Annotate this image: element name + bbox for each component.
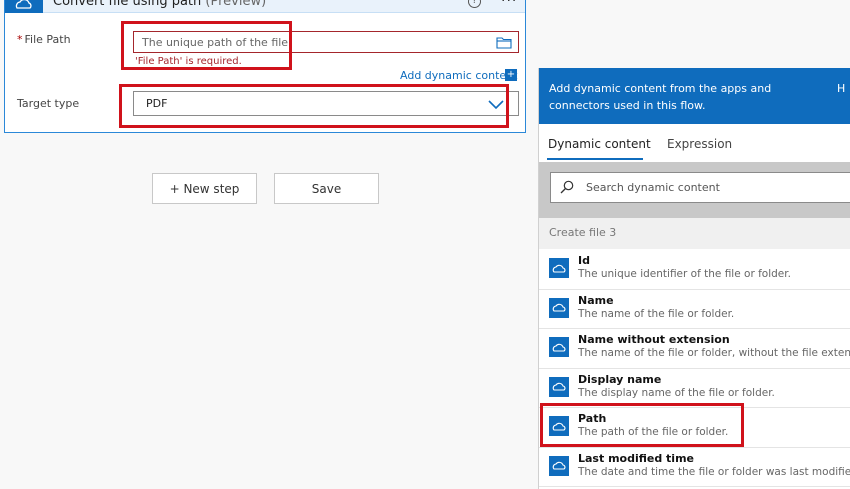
onedrive-cloud-icon xyxy=(549,416,569,436)
onedrive-cloud-icon xyxy=(549,376,569,397)
onedrive-cloud-icon xyxy=(549,297,569,318)
search-placeholder: Search dynamic content xyxy=(586,181,720,194)
panel-header: Add dynamic content from the apps and co… xyxy=(539,68,850,124)
search-icon xyxy=(560,180,574,194)
list-item[interactable]: Last modified time The date and time the… xyxy=(539,447,850,487)
target-type-label: Target type xyxy=(17,97,80,110)
file-path-input[interactable]: The unique path of the file. xyxy=(133,31,519,53)
file-path-label: * File Path xyxy=(17,33,71,46)
onedrive-cloud-icon xyxy=(5,0,43,13)
required-marker: * xyxy=(17,33,23,46)
search-area: Search dynamic content xyxy=(539,162,850,220)
convert-file-action-card: Convert file using path (Preview) ? ··· … xyxy=(4,0,526,133)
dynamic-content-list: Id The unique identifier of the file or … xyxy=(539,250,850,487)
list-item[interactable]: Name The name of the file or folder. xyxy=(539,289,850,329)
hide-panel-link[interactable]: H xyxy=(837,82,845,95)
more-options-icon[interactable]: ··· xyxy=(501,0,517,9)
search-input[interactable]: Search dynamic content xyxy=(550,172,850,203)
chevron-down-icon[interactable] xyxy=(488,98,504,110)
onedrive-cloud-icon xyxy=(549,258,569,278)
active-tab-indicator xyxy=(547,158,643,160)
save-button[interactable]: Save xyxy=(274,173,379,204)
target-type-value: PDF xyxy=(146,97,168,110)
list-item[interactable]: Display name The display name of the fil… xyxy=(539,368,850,408)
folder-picker-icon[interactable] xyxy=(496,36,512,49)
list-item[interactable]: Name without extension The name of the f… xyxy=(539,329,850,369)
file-path-error: 'File Path' is required. xyxy=(135,56,242,67)
add-dynamic-content-button[interactable]: + xyxy=(505,69,517,81)
panel-header-text: Add dynamic content from the apps and co… xyxy=(549,82,772,112)
tab-expression[interactable]: Expression xyxy=(667,137,732,151)
group-header-create-file-3[interactable]: Create file 3 xyxy=(539,218,850,249)
card-header[interactable]: Convert file using path (Preview) ? ··· xyxy=(5,0,525,13)
onedrive-cloud-icon xyxy=(549,337,569,357)
tab-dynamic-content[interactable]: Dynamic content xyxy=(548,137,651,151)
new-step-button[interactable]: + New step xyxy=(152,173,257,204)
file-path-placeholder: The unique path of the file. xyxy=(142,36,292,49)
list-item[interactable]: Id The unique identifier of the file or … xyxy=(539,250,850,290)
list-item-path[interactable]: Path The path of the file or folder. xyxy=(539,408,850,448)
card-title: Convert file using path (Preview) xyxy=(53,0,267,9)
onedrive-cloud-icon xyxy=(549,455,569,476)
target-type-select[interactable]: PDF xyxy=(133,91,519,116)
help-icon[interactable]: ? xyxy=(468,0,481,8)
add-dynamic-content-link[interactable]: Add dynamic content xyxy=(400,69,517,82)
dynamic-content-panel: Add dynamic content from the apps and co… xyxy=(538,68,850,489)
